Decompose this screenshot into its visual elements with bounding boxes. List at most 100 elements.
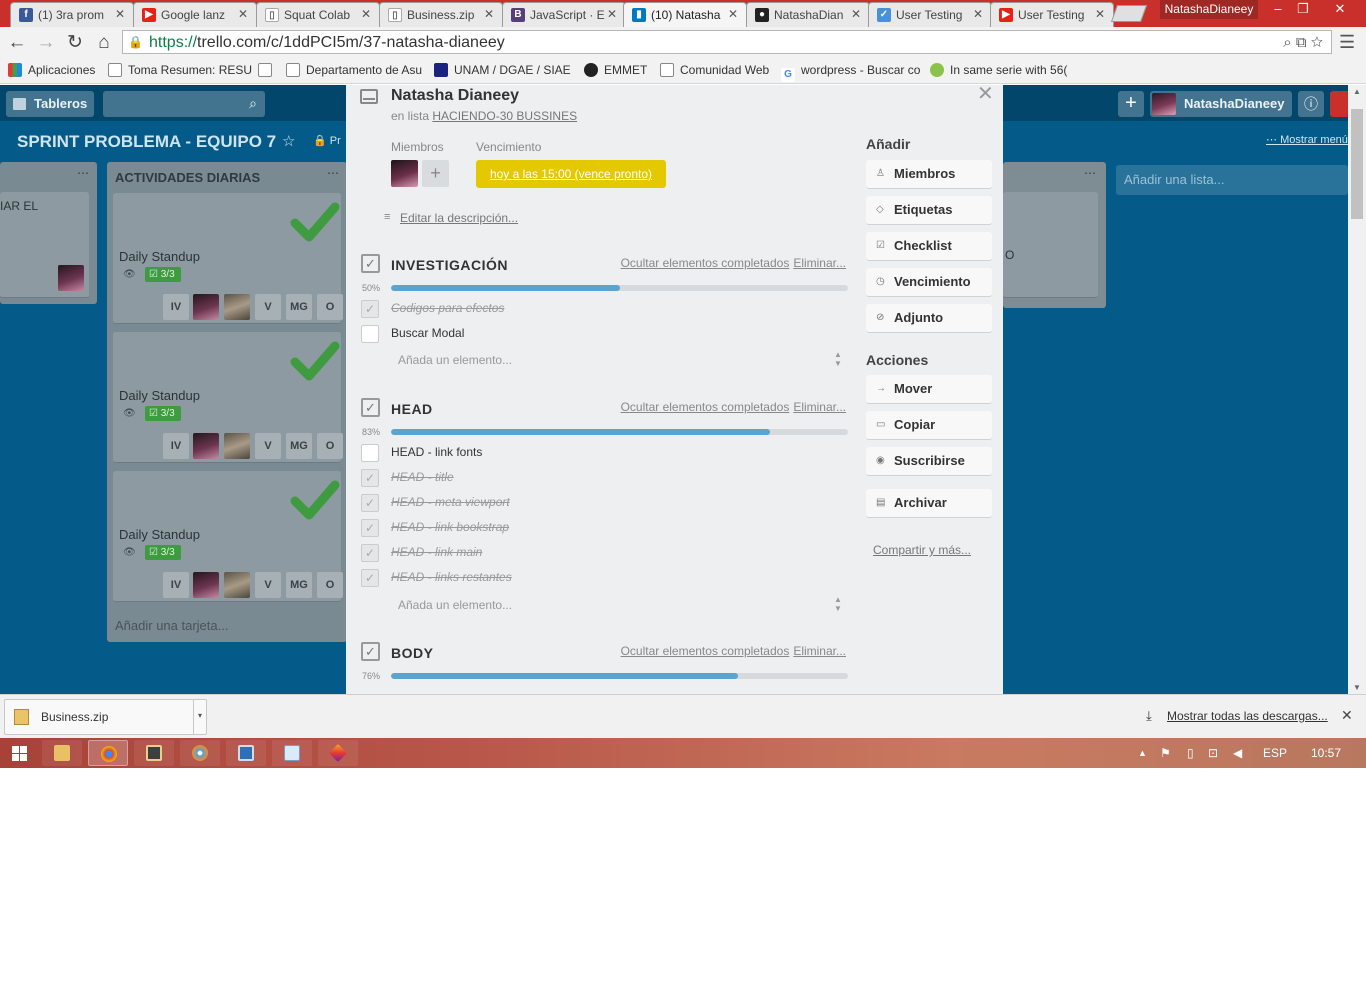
list-menu-icon[interactable]: ⋯ <box>77 166 89 180</box>
add-item-input[interactable]: Añada un elemento... <box>398 353 512 367</box>
new-tab-button[interactable] <box>1110 5 1148 22</box>
minimize-icon[interactable]: – <box>1268 0 1288 19</box>
checklist-item[interactable]: ✓ HEAD - title <box>361 469 801 489</box>
board-title[interactable]: SPRINT PROBLEMA - EQUIPO 7 <box>17 132 276 152</box>
checklist-item[interactable]: ✓ HEAD - meta viewport <box>361 494 801 514</box>
checklist-item[interactable]: ✓ HEAD - link bookstrap <box>361 519 801 539</box>
tray-expand-icon[interactable]: ▲ <box>1138 748 1147 758</box>
tab-close-icon[interactable]: ✕ <box>238 7 248 21</box>
checklist-item[interactable]: HEAD - link fonts <box>361 444 801 464</box>
bookmark-toma-resumen-resu[interactable]: Toma Resumen: RESU <box>108 63 253 77</box>
delete-checklist-link[interactable]: Eliminar... <box>793 400 846 414</box>
close-icon[interactable]: ✕ <box>1341 707 1353 724</box>
chrome-icon[interactable] <box>88 740 128 766</box>
card-daily-standup[interactable]: Daily Standup 👁 ☑ 3/3 IV V MG O <box>113 471 343 602</box>
windows-start-icon[interactable] <box>12 746 28 761</box>
tab-close-icon[interactable]: ✕ <box>851 7 861 21</box>
browser-tab[interactable]: ▶ User Testing ✕ <box>990 2 1114 27</box>
bookmark-comunidad-web[interactable]: Comunidad Web <box>660 63 775 77</box>
privacy-icon[interactable]: 🔒 Pr <box>313 134 341 147</box>
mover-button[interactable]: → Mover <box>866 375 992 404</box>
star-icon[interactable]: ☆ <box>282 132 295 150</box>
tab-close-icon[interactable]: ✕ <box>1095 7 1105 21</box>
archive-button[interactable]: ▤ Archivar <box>866 489 992 518</box>
close-icon[interactable]: ✕ <box>977 85 994 106</box>
bookmark-departamento-de-asu[interactable]: Departamento de Asu <box>286 63 426 77</box>
delete-checklist-link[interactable]: Eliminar... <box>793 256 846 270</box>
adjunto-button[interactable]: ⊘ Adjunto <box>866 304 992 333</box>
board-search-input[interactable]: ⌕ <box>103 91 265 117</box>
vencimiento-button[interactable]: ◷ Vencimiento <box>866 268 992 297</box>
add-member-icon[interactable]: + <box>422 160 449 187</box>
card-daily-standup[interactable]: Daily Standup 👁 ☑ 3/3 IV V MG O <box>113 193 343 324</box>
chevron-down-icon[interactable]: ▾ <box>193 700 206 734</box>
delete-checklist-link[interactable]: Eliminar... <box>793 644 846 658</box>
scroll-up-icon[interactable]: ▲ <box>1353 87 1361 96</box>
bookmark-unam-dgae-siae[interactable]: UNAM / DGAE / SIAE <box>434 63 574 77</box>
checklist-button[interactable]: ☑ Checklist <box>866 232 992 261</box>
bookmark-page[interactable] <box>258 63 278 77</box>
tab-close-icon[interactable]: ✕ <box>973 7 983 21</box>
browser-tab[interactable]: ▯ Squat Colab ✕ <box>256 2 380 27</box>
list-menu-icon[interactable]: ⋯ <box>1084 166 1096 180</box>
list-link[interactable]: HACIENDO-30 BUSSINES <box>432 109 577 123</box>
browser-tab[interactable]: ▯ Business.zip ✕ <box>379 2 503 27</box>
checked-checkbox[interactable]: ✓ <box>361 300 379 318</box>
language-indicator[interactable]: ESP <box>1263 746 1287 760</box>
member-menu-button[interactable]: NatashaDianeey <box>1150 91 1292 117</box>
checkbox[interactable] <box>361 325 379 343</box>
bookmark-star-icon[interactable]: ☆ <box>1311 34 1323 51</box>
bookmark-aplicaciones[interactable]: Aplicaciones <box>8 63 103 77</box>
suscribirse-button[interactable]: ◉ Suscribirse <box>866 447 992 476</box>
close-window-icon[interactable]: ✕ <box>1318 0 1362 19</box>
paint-icon[interactable] <box>180 740 220 766</box>
volume-icon[interactable]: ◀ <box>1233 746 1242 760</box>
reload-icon[interactable]: ↻ <box>64 32 86 54</box>
card[interactable]: O <box>1003 192 1098 298</box>
tab-close-icon[interactable]: ✕ <box>361 7 371 21</box>
checked-checkbox[interactable]: ✓ <box>361 469 379 487</box>
browser-tab[interactable]: ✓ User Testing ✕ <box>868 2 992 27</box>
checklist-title[interactable]: HEAD <box>391 401 433 417</box>
checkbox[interactable] <box>361 444 379 462</box>
url-input[interactable]: 🔒 https://trello.com/c/1ddPCI5m/37-natas… <box>122 30 1332 54</box>
add-card-link[interactable]: Añadir una tarjeta... <box>115 618 228 633</box>
checklist-item[interactable]: ✓ Codigos para efectos <box>361 300 801 320</box>
browser-tab[interactable]: B JavaScript · E ✕ <box>502 2 626 27</box>
back-icon[interactable]: ← <box>6 32 28 54</box>
checklist-item[interactable]: ✓ HEAD - links restantes <box>361 569 801 589</box>
bookmark-wordpress-buscar-co[interactable]: Gwordpress - Buscar co <box>781 63 921 82</box>
list-menu-icon[interactable]: ⋯ <box>327 166 339 180</box>
forward-icon[interactable]: → <box>35 32 57 54</box>
checked-checkbox[interactable]: ✓ <box>361 519 379 537</box>
tab-close-icon[interactable]: ✕ <box>484 7 494 21</box>
flag-icon[interactable]: ⚑ <box>1160 746 1171 760</box>
browser-tab[interactable]: f (1) 3ra prom ✕ <box>10 2 134 27</box>
bookmark-in-same-serie-with-56[interactable]: In same serie with 56( <box>930 63 1070 77</box>
sublime-icon[interactable] <box>318 740 358 766</box>
restore-icon[interactable]: ❐ <box>1293 0 1313 19</box>
home-icon[interactable]: ⌂ <box>93 32 115 54</box>
chrome-profile-badge[interactable]: NatashaDianeey <box>1160 0 1258 19</box>
show-all-downloads-link[interactable]: ⤓ Mostrar todas las descargas... <box>1146 708 1328 723</box>
bookmark-emmet[interactable]: EMMET <box>584 63 654 77</box>
tab-close-icon[interactable]: ✕ <box>607 7 617 21</box>
info-icon[interactable]: ⓘ <box>1298 91 1324 117</box>
add-icon[interactable]: + <box>1118 91 1144 117</box>
card-title[interactable]: Natasha Dianeey <box>391 87 519 105</box>
hide-completed-link[interactable]: Ocultar elementos completados <box>621 644 790 658</box>
browser-tab[interactable]: ▶ Google lanz ✕ <box>133 2 257 27</box>
download-item[interactable]: Business.zip ▾ <box>4 699 207 735</box>
boards-button[interactable]: Tableros <box>6 91 94 117</box>
checklist-item[interactable]: ✓ HEAD - link main <box>361 544 801 564</box>
checked-checkbox[interactable]: ✓ <box>361 544 379 562</box>
clock[interactable]: 10:57 <box>1311 746 1341 760</box>
card-daily-standup[interactable]: Daily Standup 👁 ☑ 3/3 IV V MG O <box>113 332 343 463</box>
file-explorer-icon[interactable] <box>42 740 82 766</box>
checked-checkbox[interactable]: ✓ <box>361 569 379 587</box>
share-link[interactable]: Compartir y más... <box>873 543 971 557</box>
battery-icon[interactable]: ▯ <box>1187 746 1194 760</box>
scroll-down-icon[interactable]: ▼ <box>1353 683 1361 692</box>
member-avatar[interactable] <box>391 160 418 187</box>
checklist-title[interactable]: INVESTIGACIÓN <box>391 257 508 273</box>
